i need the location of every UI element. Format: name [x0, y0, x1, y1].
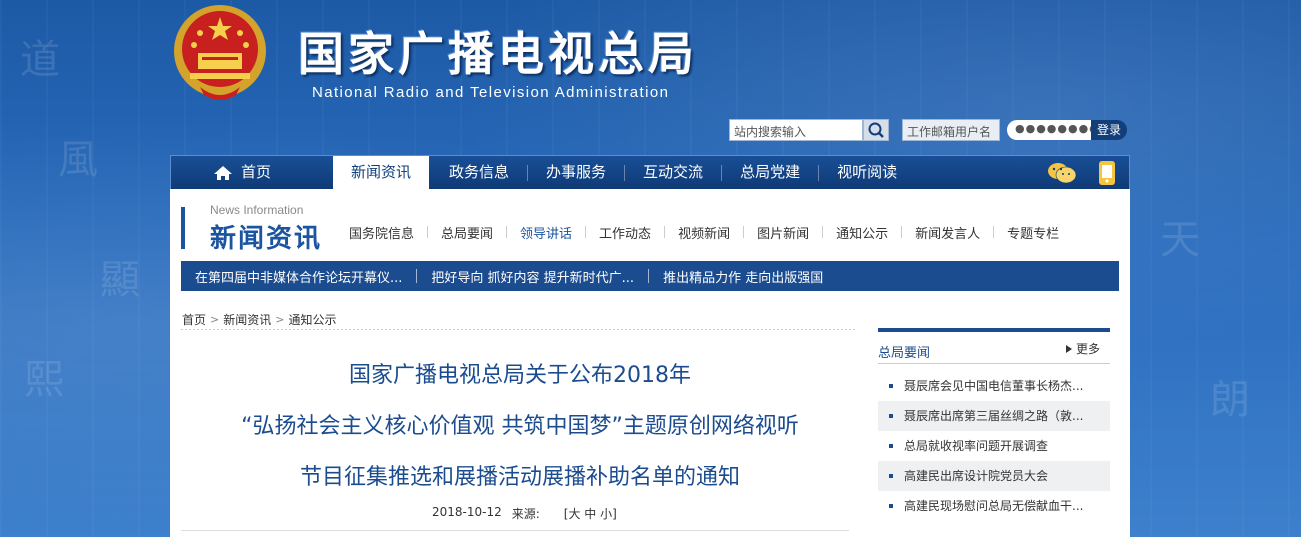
- subnav-headline-news[interactable]: 总局要闻: [428, 223, 506, 242]
- list-item[interactable]: 总局就收视率问题开展调查: [878, 431, 1110, 461]
- section-sub-nav: 国务院信息 总局要闻 领导讲话 工作动态 视频新闻 图片新闻 通知公示 新闻发言…: [336, 222, 1072, 242]
- calligraphy-decoration: 天: [1160, 217, 1200, 263]
- site-title: 国家广播电视总局: [298, 27, 698, 81]
- mobile-icon[interactable]: [1098, 160, 1116, 186]
- list-item[interactable]: 聂辰席出席第三届丝绸之路（敦...: [878, 401, 1110, 431]
- list-item[interactable]: 聂辰席会见中国电信董事长杨杰...: [878, 371, 1110, 401]
- sidebar-divider: [878, 363, 1110, 364]
- nav-item-home[interactable]: 首页: [171, 156, 331, 190]
- search-button[interactable]: [863, 119, 889, 141]
- list-item[interactable]: 高建民现场慰问总局无偿献血干...: [878, 491, 1110, 521]
- list-item[interactable]: 高建民出席设计院党员大会: [878, 461, 1110, 491]
- breadcrumb-news[interactable]: 新闻资讯: [223, 311, 271, 328]
- calligraphy-decoration: 熙: [24, 357, 64, 403]
- nav-item-government-info[interactable]: 政务信息: [431, 156, 527, 190]
- section-accent-bar: [181, 207, 185, 249]
- nav-item-label: 首页: [241, 163, 272, 181]
- article-title-line: 国家广播电视总局关于公布2018年: [349, 363, 691, 388]
- arrow-right-icon: [1066, 344, 1072, 353]
- calligraphy-decoration: 顯: [100, 257, 140, 303]
- font-size-control[interactable]: [大 中 小]: [564, 505, 617, 522]
- article-meta: 2018-10-12 来源: [大 中 小]: [432, 505, 617, 522]
- ticker-item[interactable]: 把好导向 抓好内容 提升新时代广...: [417, 267, 648, 286]
- calligraphy-decoration: 風: [58, 137, 98, 183]
- nav-item-services[interactable]: 办事服务: [528, 156, 624, 190]
- login-button[interactable]: 登录: [1091, 120, 1127, 140]
- breadcrumb-home[interactable]: 首页: [182, 311, 206, 328]
- meta-divider: [181, 530, 849, 531]
- nav-item-news[interactable]: 新闻资讯: [333, 155, 430, 190]
- breadcrumb-separator: >: [275, 313, 285, 326]
- wechat-icon[interactable]: [1046, 161, 1078, 185]
- search-input[interactable]: 站内搜索输入: [729, 119, 863, 141]
- subnav-leader-speeches[interactable]: 领导讲话: [507, 223, 585, 242]
- nav-item-interaction[interactable]: 互动交流: [625, 156, 721, 190]
- breadcrumb-notices[interactable]: 通知公示: [288, 311, 336, 328]
- main-nav: 首页 新闻资讯 政务信息 办事服务 互动交流 总局党建 视听阅读: [170, 155, 1130, 190]
- ticker-item[interactable]: 推出精品力作 走向出版强国: [649, 267, 837, 286]
- section-title-en: News Information: [210, 203, 304, 217]
- calligraphy-decoration: 道: [20, 37, 60, 83]
- article-title-line: 节目征集推选和展播活动展播补助名单的通知: [299, 465, 740, 490]
- site-subtitle: National Radio and Television Administra…: [312, 84, 670, 101]
- calligraphy-decoration: 朗: [1210, 377, 1250, 423]
- more-label: 更多: [1076, 342, 1101, 356]
- breadcrumb-divider: [181, 329, 855, 330]
- sidebar-news-list: 聂辰席会见中国电信董事长杨杰... 聂辰席出席第三届丝绸之路（敦... 总局就收…: [878, 371, 1110, 521]
- nav-item-audio-visual[interactable]: 视听阅读: [819, 156, 915, 190]
- news-ticker: 在第四届中非媒体合作论坛开幕仪... 把好导向 抓好内容 提升新时代广... 推…: [181, 261, 1119, 291]
- search-icon: [868, 122, 884, 138]
- ticker-item[interactable]: 在第四届中非媒体合作论坛开幕仪...: [181, 267, 416, 286]
- subnav-photo-news[interactable]: 图片新闻: [744, 223, 822, 242]
- breadcrumb: 首页 > 新闻资讯 > 通知公示: [182, 311, 336, 328]
- mail-password-input[interactable]: ●●●●●●●●●: [1007, 120, 1109, 140]
- home-icon: [214, 165, 232, 180]
- article-source-label: 来源:: [511, 507, 540, 521]
- article-title: 国家广播电视总局关于公布2018年 “弘扬社会主义核心价值观 共筑中国梦”主题原…: [190, 350, 850, 503]
- subnav-special-topics[interactable]: 专题专栏: [994, 223, 1072, 242]
- subnav-state-council[interactable]: 国务院信息: [336, 223, 427, 242]
- subnav-work-updates[interactable]: 工作动态: [586, 223, 664, 242]
- mail-username-input[interactable]: 工作邮箱用户名: [902, 119, 1000, 141]
- breadcrumb-separator: >: [210, 313, 220, 326]
- nav-item-party-building[interactable]: 总局党建: [722, 156, 818, 190]
- sidebar-more-link[interactable]: 更多: [1066, 340, 1100, 357]
- article-title-line: “弘扬社会主义核心价值观 共筑中国梦”主题原创网络视听: [241, 414, 799, 439]
- subnav-spokesperson[interactable]: 新闻发言人: [902, 223, 993, 242]
- section-title-cn: 新闻资讯: [210, 224, 323, 254]
- sidebar-accent-bar: [878, 328, 1110, 332]
- article-date: 2018-10-12: [432, 505, 502, 519]
- sidebar-title: 总局要闻: [878, 346, 931, 361]
- subnav-notices[interactable]: 通知公示: [823, 223, 901, 242]
- national-emblem-logo[interactable]: [170, 3, 270, 106]
- subnav-video-news[interactable]: 视频新闻: [665, 223, 743, 242]
